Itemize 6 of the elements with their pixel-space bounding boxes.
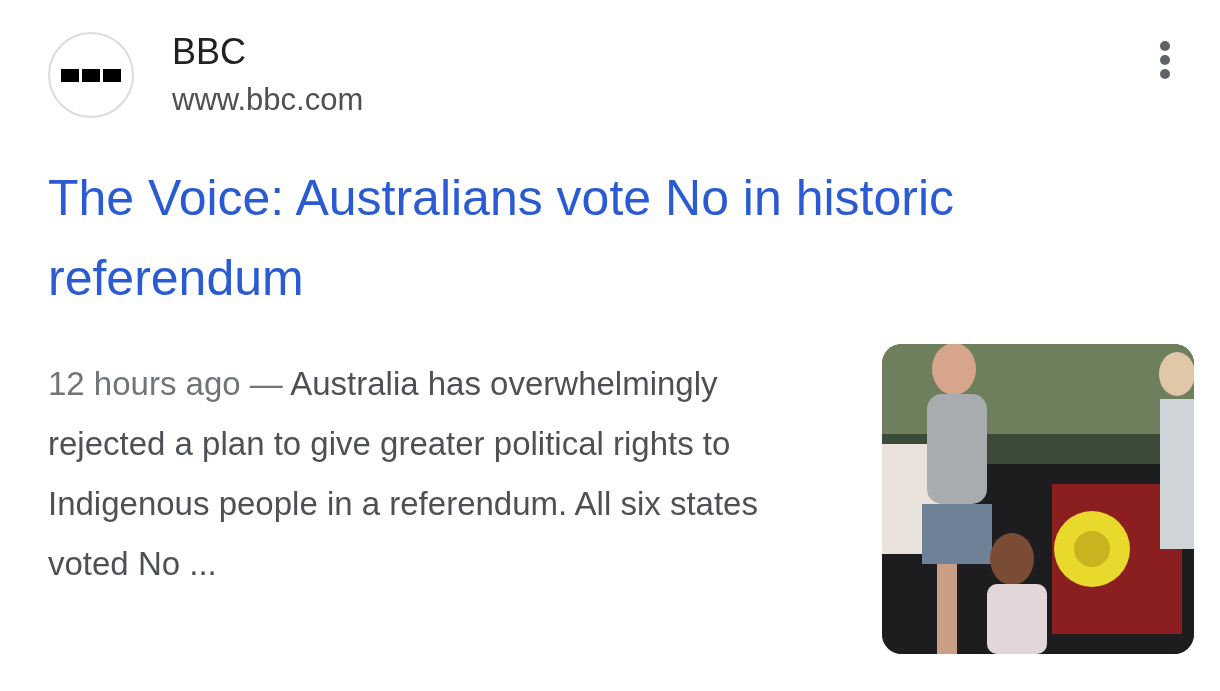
site-name: BBC [172, 30, 248, 74]
result-snippet: 12 hours ago — Australia has overwhelmingly rejected a plan to give greater political rights to Indigenous people in a referendum. All six states voted No ... [48, 364, 759, 584]
site-logo-icon [48, 32, 134, 118]
more-options-icon[interactable] [1158, 40, 1172, 80]
result-title-link[interactable]: The Voice: Australians vote No in historic referendum [48, 158, 1178, 318]
site-url: www.bbc.com [172, 81, 365, 119]
